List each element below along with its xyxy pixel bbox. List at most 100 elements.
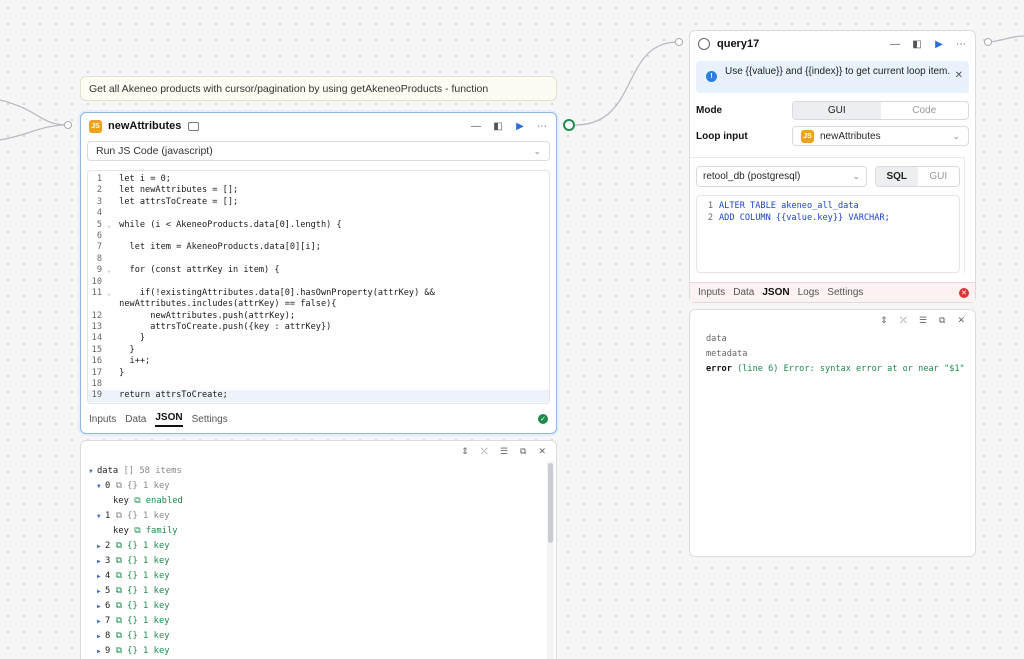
collapsed-triangle-icon[interactable]: ▶	[97, 554, 105, 569]
line-number: 8	[96, 253, 102, 264]
code-line: 4	[88, 208, 549, 219]
close-icon[interactable]: ✕	[957, 315, 965, 330]
tree-item-row[interactable]: ▶ 7 ⧉ {} 1 key	[89, 614, 556, 629]
mode-option-code[interactable]: Code	[881, 102, 969, 119]
minimize-icon[interactable]: —	[889, 38, 901, 50]
minimize-icon[interactable]: —	[470, 120, 482, 132]
tab-settings[interactable]: Settings	[192, 414, 228, 425]
code-line: 6	[88, 231, 549, 242]
fold-chevron-icon[interactable]: ⌄	[104, 265, 114, 276]
tree-item-row[interactable]: ▶ 3 ⧉ {} 1 key	[89, 554, 556, 569]
resource-select[interactable]: retool_db (postgresql) ⌄	[696, 166, 867, 187]
expand-all-icon[interactable]: ⇕	[461, 446, 469, 461]
expand-panel-icon[interactable]: ◧	[911, 38, 923, 50]
query-input-port[interactable]	[675, 38, 683, 46]
json-result-panel: ⇕ ⤫ ☰ ⧉ ✕ ▼ data [] 58 items ▼ 0 ⧉ {} 1 key…	[80, 440, 557, 659]
tree-item-row[interactable]: ▶ 6 ⧉ {} 1 key	[89, 599, 556, 614]
collapsed-triangle-icon[interactable]: ▶	[97, 569, 105, 584]
collapsed-triangle-icon[interactable]: ▶	[97, 599, 105, 614]
collapsed-triangle-icon[interactable]: ▶	[97, 539, 105, 554]
tab-inputs[interactable]: Inputs	[698, 287, 725, 298]
js-code-block[interactable]: JS newAttributes — ◧ ▶ ⋯ Run JS Code (ja…	[80, 112, 557, 434]
collapsed-triangle-icon[interactable]: ▶	[97, 629, 105, 644]
result-key-metadata[interactable]: metadata	[706, 347, 975, 362]
tree-key: key	[113, 496, 135, 506]
query-title[interactable]: query17	[717, 38, 759, 50]
tree-item-row[interactable]: ▶ 2 ⧉ {} 1 key	[89, 539, 556, 554]
error-value: (line 6) Error: syntax error at or near …	[737, 364, 965, 374]
query-mode-gui[interactable]: GUI	[918, 167, 960, 186]
tree-item-row[interactable]: ▶ 9 ⧉ {} 1 key	[89, 644, 556, 659]
close-icon[interactable]: ✕	[955, 66, 963, 82]
filter-icon[interactable]: ☰	[919, 315, 927, 330]
more-options-icon[interactable]: ⋯	[955, 38, 967, 50]
code-line: 2 let newAttributes = [];	[88, 185, 549, 196]
mode-toggle[interactable]: GUI Code	[792, 100, 969, 120]
copy-icon[interactable]: ⧉	[939, 315, 945, 330]
block-description-banner[interactable]: Get all Akeneo products with cursor/pagi…	[80, 76, 557, 101]
output-port[interactable]	[563, 119, 575, 131]
query-tabs: Inputs Data JSON Logs Settings ✕	[690, 282, 975, 302]
close-icon[interactable]: ✕	[538, 446, 546, 461]
input-port[interactable]	[64, 121, 72, 129]
copy-icon[interactable]: ⧉	[520, 446, 526, 461]
tree-meta: ⧉ {} 1 key	[115, 586, 170, 596]
line-number: 10	[91, 276, 102, 287]
fold-gutter	[104, 333, 114, 344]
collapsed-triangle-icon[interactable]: ▶	[97, 584, 105, 599]
tab-data[interactable]: Data	[125, 414, 146, 425]
tab-inputs[interactable]: Inputs	[89, 414, 116, 425]
collapse-all-icon[interactable]: ⤫	[900, 315, 907, 330]
sql-editor[interactable]: 1 ALTER TABLE akeneo_all_data 2 ADD COLUMN …	[696, 195, 960, 273]
tree-item-row[interactable]: ▶ 8 ⧉ {} 1 key	[89, 629, 556, 644]
js-icon: JS	[89, 119, 102, 133]
run-play-icon[interactable]: ▶	[514, 120, 526, 132]
tree-index: 5	[105, 586, 116, 596]
block-title[interactable]: newAttributes	[108, 120, 181, 132]
tree-index: 8	[105, 631, 116, 641]
tab-logs[interactable]: Logs	[798, 287, 820, 298]
tab-data[interactable]: Data	[733, 287, 754, 298]
code-editor[interactable]: 1 let i = 0; 2 let newAttributes = []; 3 l…	[87, 170, 550, 404]
expand-panel-icon[interactable]: ◧	[492, 120, 504, 132]
tree-index: 7	[105, 616, 116, 626]
fold-chevron-icon[interactable]: ⌄	[104, 288, 114, 299]
sql-text: ADD COLUMN {{value.key}} VARCHAR;	[719, 213, 890, 223]
code-line: 17 }	[88, 368, 549, 379]
result-key-data[interactable]: data	[706, 332, 975, 347]
scrollbar-thumb[interactable]	[548, 463, 553, 543]
tab-settings[interactable]: Settings	[827, 287, 863, 298]
query-mode-sql[interactable]: SQL	[876, 167, 918, 186]
expand-all-icon[interactable]: ⇕	[880, 315, 888, 330]
loop-input-select[interactable]: JS newAttributes ⌄	[792, 126, 969, 146]
expanded-triangle-icon[interactable]: ▼	[97, 479, 105, 494]
query-block[interactable]: query17 — ◧ ▶ ⋯ ! Use {{value}} and {{in…	[689, 30, 976, 303]
query-output-port[interactable]	[984, 38, 992, 46]
tree-item-row[interactable]: ▼ 0 ⧉ {} 1 key	[89, 479, 556, 494]
tab-json[interactable]: JSON	[155, 412, 183, 427]
resource-select[interactable]: Run JS Code (javascript) ⌄	[87, 141, 550, 161]
more-options-icon[interactable]: ⋯	[536, 120, 548, 132]
tree-item-row[interactable]: ▶ 4 ⧉ {} 1 key	[89, 569, 556, 584]
run-play-icon[interactable]: ▶	[933, 38, 945, 50]
tree-key: data	[97, 466, 119, 476]
tree-item-row[interactable]: ▼ 1 ⧉ {} 1 key	[89, 509, 556, 524]
collapsed-triangle-icon[interactable]: ▶	[97, 614, 105, 629]
collapse-all-icon[interactable]: ⤫	[481, 446, 488, 461]
expanded-triangle-icon[interactable]: ▼	[97, 509, 105, 524]
filter-icon[interactable]: ☰	[500, 446, 508, 461]
tab-json[interactable]: JSON	[762, 287, 789, 298]
code-text: for (const attrKey in item) {	[114, 265, 280, 276]
query-mode-toggle[interactable]: SQL GUI	[875, 166, 960, 187]
line-number: 18	[91, 379, 102, 390]
expanded-triangle-icon[interactable]: ▼	[89, 464, 97, 479]
collapsed-triangle-icon[interactable]: ▶	[97, 644, 105, 659]
mode-option-gui[interactable]: GUI	[793, 101, 881, 119]
tree-child-row: key ⧉ family	[89, 524, 556, 539]
comment-icon[interactable]	[188, 121, 200, 131]
tree-item-row[interactable]: ▶ 5 ⧉ {} 1 key	[89, 584, 556, 599]
tree-meta: ⧉ {} 1 key	[115, 616, 170, 626]
fold-chevron-icon[interactable]: ⌄	[104, 220, 114, 231]
tree-root-row[interactable]: ▼ data [] 58 items	[89, 464, 556, 479]
